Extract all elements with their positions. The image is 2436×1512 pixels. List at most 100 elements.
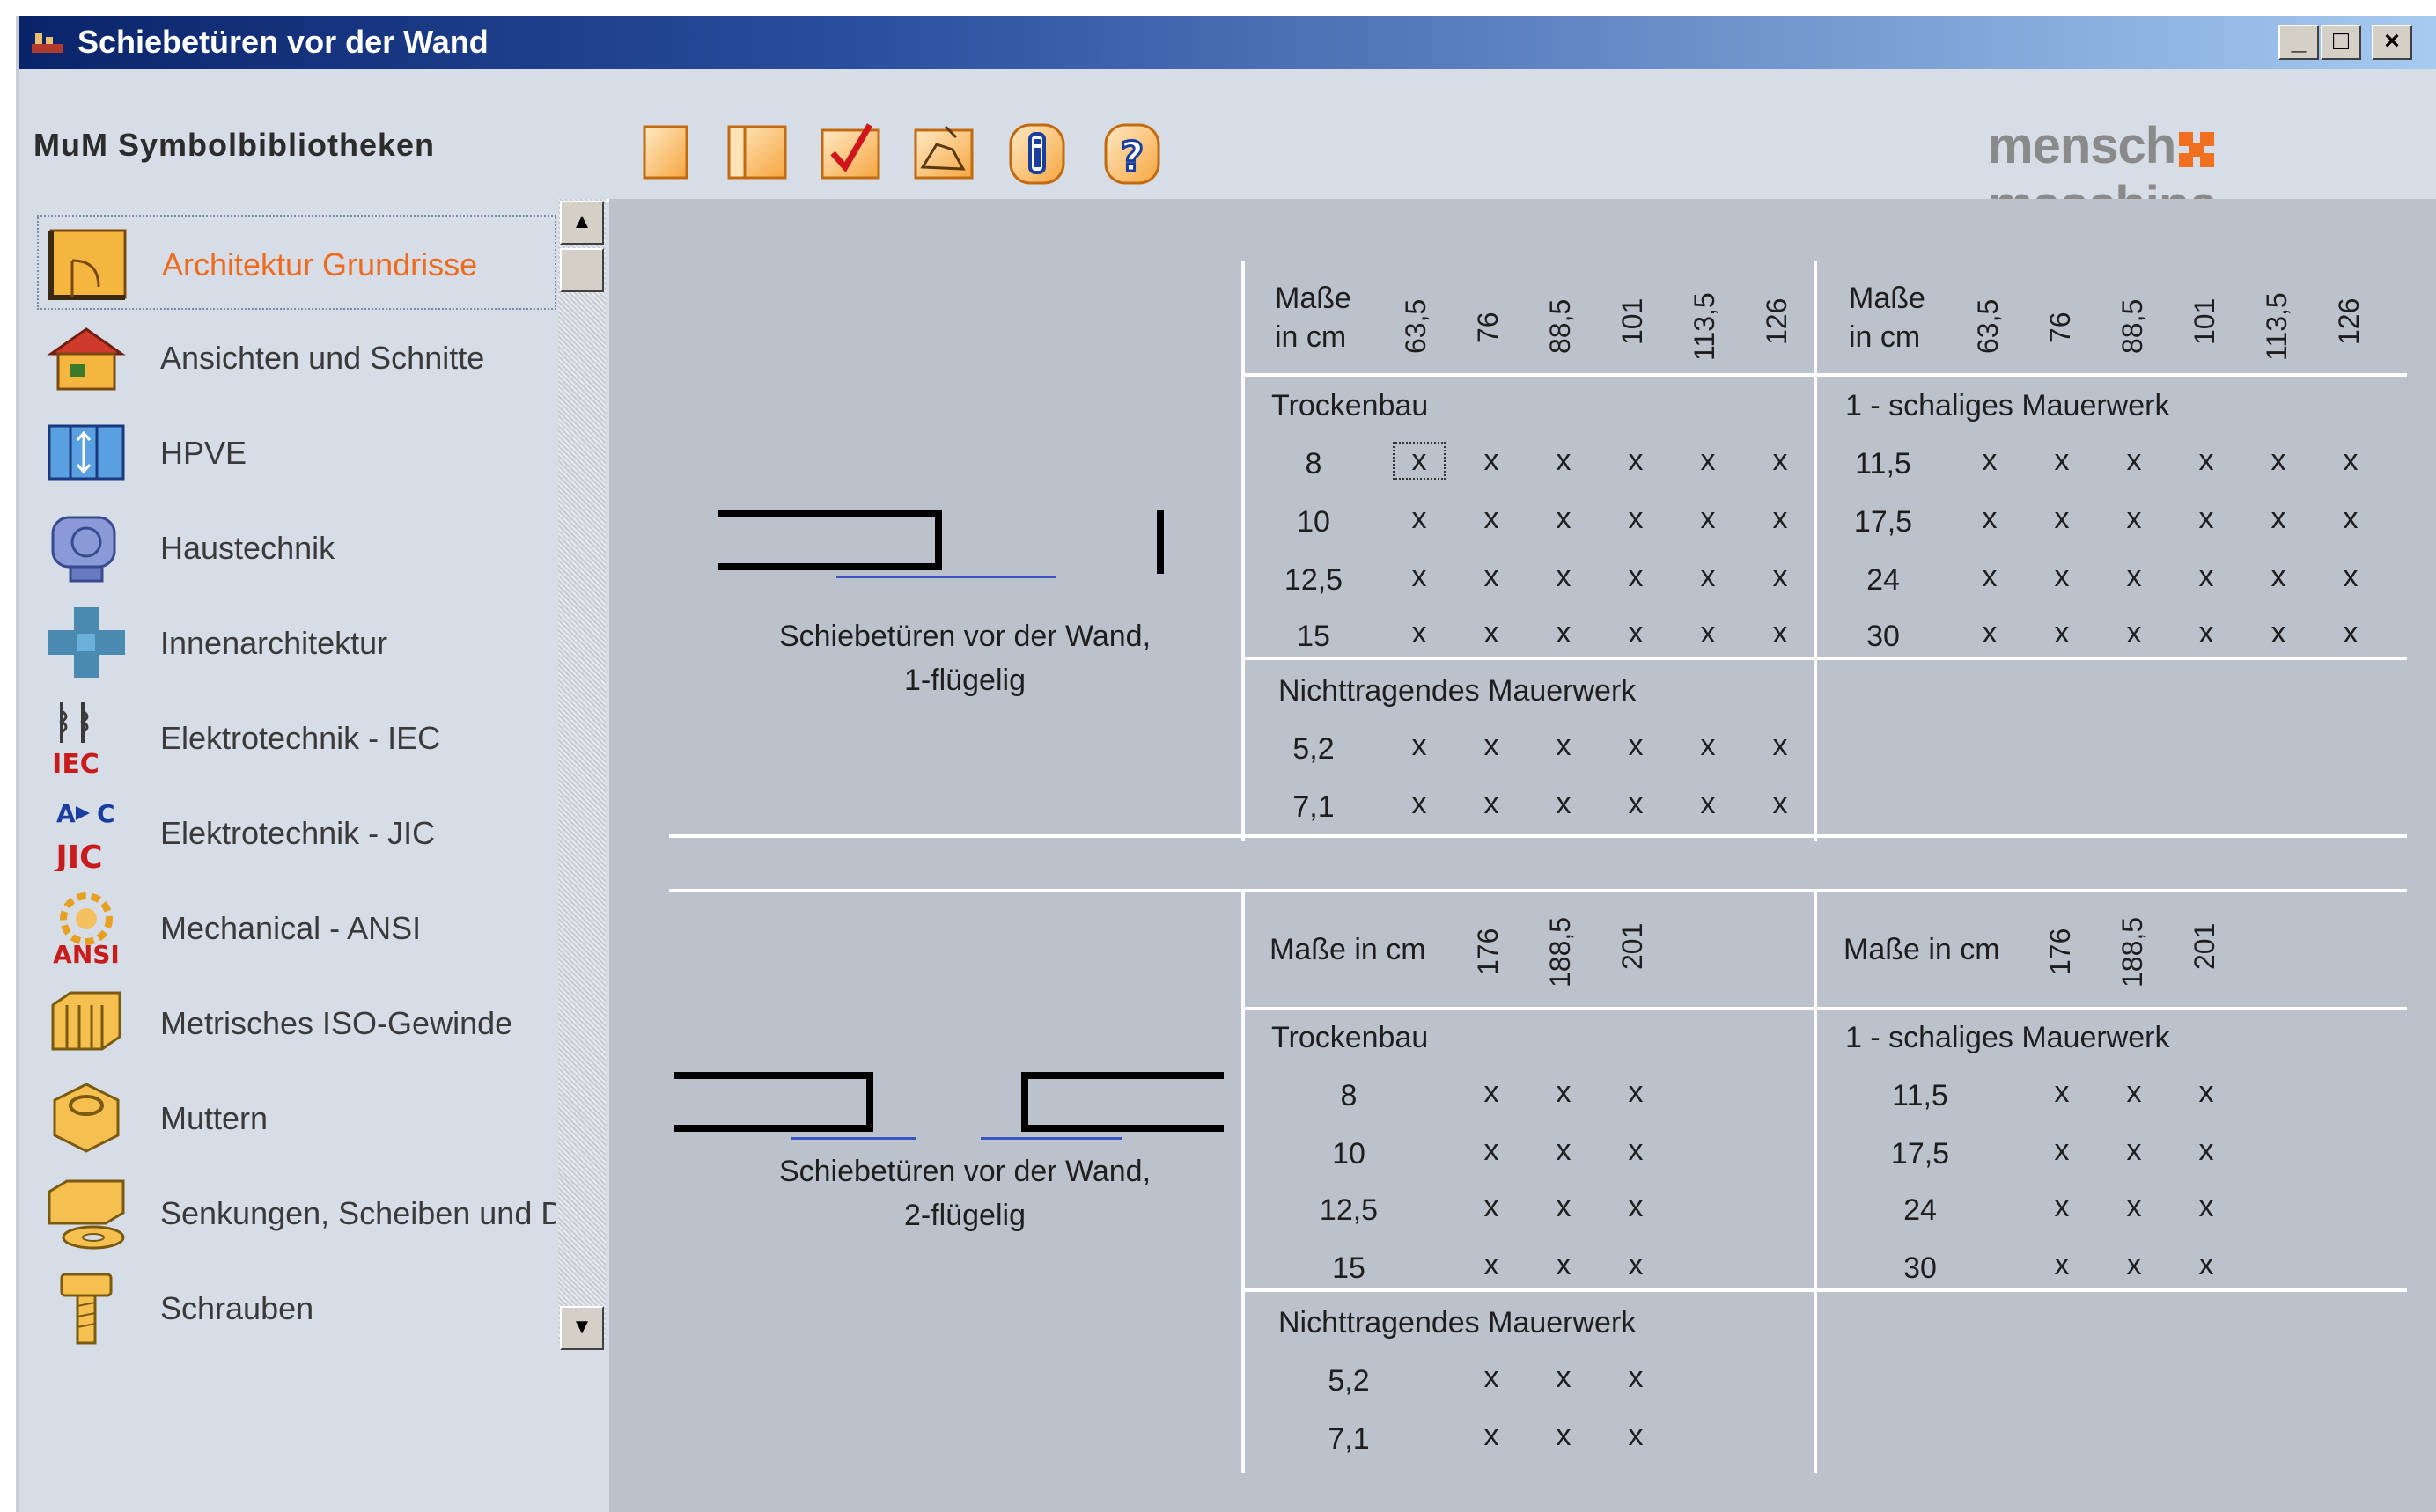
table-cell[interactable]: x xyxy=(2180,1134,2233,1168)
sidebar-item-elektrotechnik-iec[interactable]: IEC Elektrotechnik - IEC xyxy=(37,690,556,785)
table-cell[interactable]: x xyxy=(2180,502,2233,536)
table-cell[interactable]: x xyxy=(1609,1248,1662,1282)
table-cell[interactable]: x xyxy=(1609,616,1662,650)
table-cell[interactable]: x xyxy=(2108,560,2160,594)
sidebar-item-senkungen-scheiben[interactable]: Senkungen, Scheiben und Du xyxy=(37,1165,556,1260)
table-cell[interactable]: x xyxy=(2180,1248,2233,1282)
blank-page-icon[interactable] xyxy=(632,118,699,188)
sidebar-item-elektrotechnik-jic[interactable]: A C JIC Elektrotechnik - JIC xyxy=(37,785,556,880)
maximize-button[interactable]: □ xyxy=(2321,25,2361,60)
table-cell[interactable]: x xyxy=(2252,502,2305,536)
table-cell[interactable]: x xyxy=(1465,1134,1518,1168)
table-cell[interactable]: x xyxy=(2035,560,2088,594)
edit-shape-icon[interactable] xyxy=(910,118,977,188)
table-cell[interactable]: x xyxy=(1465,616,1518,650)
table-cell[interactable]: x xyxy=(1465,560,1518,594)
table-cell[interactable]: x xyxy=(1754,729,1807,763)
table-cell[interactable]: x xyxy=(1609,729,1662,763)
table-cell[interactable]: x xyxy=(2108,1075,2160,1110)
table-cell[interactable]: x xyxy=(2035,1134,2088,1168)
table-cell[interactable]: x xyxy=(1537,616,1590,650)
table-cell[interactable]: x xyxy=(1609,444,1662,478)
table-cell[interactable]: x xyxy=(1537,560,1590,594)
table-cell[interactable]: x xyxy=(2252,616,2305,650)
table-cell[interactable]: x xyxy=(1682,502,1734,536)
table-cell[interactable]: x xyxy=(1682,560,1734,594)
sidebar-item-hpve[interactable]: HPVE xyxy=(37,405,556,500)
table-cell[interactable]: x xyxy=(2180,444,2233,478)
table-cell[interactable]: x xyxy=(2180,1075,2233,1110)
table-cell[interactable]: x xyxy=(2108,1134,2160,1168)
table-cell[interactable]: x xyxy=(1963,502,2016,536)
sidebar-scrollbar[interactable]: ▲ ▼ xyxy=(558,199,606,1350)
table-cell[interactable]: x xyxy=(2324,444,2377,478)
scroll-up-button[interactable]: ▲ xyxy=(560,201,604,245)
table-cell[interactable]: x xyxy=(2035,616,2088,650)
table-cell[interactable]: x xyxy=(1609,787,1662,821)
sidebar-item-schrauben[interactable]: Schrauben xyxy=(37,1260,556,1355)
sidebar-item-ansichten-und-schnitte[interactable]: Ansichten und Schnitte xyxy=(37,310,556,405)
table-cell[interactable]: x xyxy=(1537,787,1590,821)
table-cell[interactable]: x xyxy=(2108,616,2160,650)
table-cell[interactable]: x xyxy=(2324,616,2377,650)
checkmark-icon[interactable] xyxy=(817,118,884,188)
table-cell[interactable]: x xyxy=(1537,1075,1590,1110)
table-cell[interactable]: x xyxy=(1609,1190,1662,1224)
table-cell[interactable]: x xyxy=(2180,560,2233,594)
table-cell[interactable]: x xyxy=(1465,1075,1518,1110)
table-cell[interactable]: x xyxy=(2252,444,2305,478)
table-cell[interactable]: x xyxy=(2324,560,2377,594)
table-cell[interactable]: x xyxy=(2252,560,2305,594)
table-cell[interactable]: x xyxy=(1465,1190,1518,1224)
table-cell[interactable]: x xyxy=(1465,1419,1518,1453)
table-cell[interactable]: x xyxy=(1682,787,1734,821)
table-cell[interactable]: x xyxy=(1682,444,1734,478)
sidebar-item-mechanical-ansi[interactable]: ANSI Mechanical - ANSI xyxy=(37,880,556,975)
library-list[interactable]: Architektur Grundrisse Ansichten und Sch… xyxy=(37,199,556,1501)
table-cell[interactable]: x xyxy=(1537,729,1590,763)
table-cell[interactable]: x xyxy=(1963,560,2016,594)
table-cell[interactable]: x xyxy=(1609,1361,1662,1395)
table-cell[interactable]: x xyxy=(2108,1190,2160,1224)
table-cell[interactable]: x xyxy=(1754,560,1807,594)
table-cell[interactable]: x xyxy=(2108,502,2160,536)
table-cell[interactable]: x xyxy=(1537,1134,1590,1168)
page-panel-icon[interactable] xyxy=(724,118,791,188)
scroll-thumb[interactable] xyxy=(560,248,604,292)
table-cell[interactable]: x xyxy=(1609,1419,1662,1453)
table-cell[interactable]: x xyxy=(1754,616,1807,650)
table-cell[interactable]: x xyxy=(1537,444,1590,478)
table-cell[interactable]: x xyxy=(1754,502,1807,536)
table-cell[interactable]: x xyxy=(1465,1248,1518,1282)
sidebar-item-metrisches-iso-gewinde[interactable]: Metrisches ISO-Gewinde xyxy=(37,975,556,1070)
table-cell[interactable]: x xyxy=(1537,1190,1590,1224)
table-cell[interactable]: x xyxy=(2180,1190,2233,1224)
table-cell[interactable]: x xyxy=(1537,1361,1590,1395)
table-cell[interactable]: x xyxy=(1465,1361,1518,1395)
table-cell[interactable]: x xyxy=(2180,616,2233,650)
table-cell[interactable]: x xyxy=(1465,729,1518,763)
table-cell[interactable]: x xyxy=(1537,1248,1590,1282)
info-icon[interactable] xyxy=(1004,118,1071,188)
table-cell[interactable]: x xyxy=(2035,444,2088,478)
minimize-button[interactable]: _ xyxy=(2278,25,2319,60)
table-cell[interactable]: x xyxy=(1963,616,2016,650)
help-icon[interactable]: ? xyxy=(1099,118,1166,188)
table-cell[interactable]: x xyxy=(1754,444,1807,478)
table-cell[interactable]: x xyxy=(1393,616,1446,650)
sidebar-item-muttern[interactable]: Muttern xyxy=(37,1070,556,1165)
table-cell[interactable]: x xyxy=(2035,1075,2088,1110)
table-cell[interactable]: x xyxy=(1682,729,1734,763)
table-cell[interactable]: x xyxy=(2324,502,2377,536)
table-cell[interactable]: x xyxy=(2035,1248,2088,1282)
table-cell[interactable]: x xyxy=(1393,502,1446,536)
table-cell[interactable]: x xyxy=(1465,502,1518,536)
table-cell[interactable]: x xyxy=(2108,444,2160,478)
table-cell[interactable]: x xyxy=(2035,1190,2088,1224)
table-cell[interactable]: x xyxy=(1609,1075,1662,1110)
table-cell[interactable]: x xyxy=(1537,502,1590,536)
sidebar-item-haustechnik[interactable]: Haustechnik xyxy=(37,500,556,595)
table-cell[interactable]: x xyxy=(1393,787,1446,821)
table-cell[interactable]: x xyxy=(1465,444,1518,478)
table-cell[interactable]: x xyxy=(1393,729,1446,763)
